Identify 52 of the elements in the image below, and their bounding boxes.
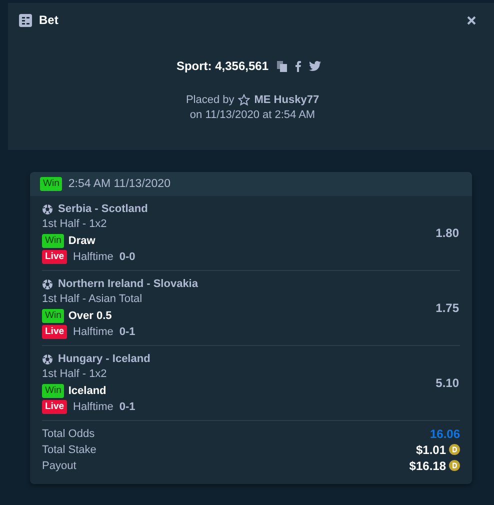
soccer-ball-icon	[42, 204, 53, 214]
odds-value: 1.80	[436, 226, 459, 240]
amount-value: $16.18	[409, 458, 446, 472]
ticket-icon	[19, 14, 32, 26]
total-label: Payout	[42, 460, 76, 472]
coin-icon	[449, 460, 460, 471]
odds-value: 5.10	[436, 376, 459, 390]
match-name: Northern Ireland - Slovakia	[58, 278, 198, 290]
placed-by-label: Placed by	[186, 94, 234, 106]
bet-id: Sport: 4,356,561	[176, 59, 269, 73]
win-badge: Win	[42, 309, 64, 323]
win-badge: Win	[42, 384, 64, 398]
match-score: 0-1	[119, 326, 136, 338]
facebook-button[interactable]	[294, 60, 301, 72]
placed-date: on 11/13/2020 at 2:54 AM	[188, 109, 316, 121]
odds-value: 1.75	[436, 301, 459, 315]
bird-icon	[308, 61, 321, 71]
bet-time: 2:54 AM 11/13/2020	[68, 178, 170, 190]
close-icon	[467, 16, 476, 24]
live-badge: Live	[42, 400, 68, 414]
market-name: 1st Half - 1x2	[42, 368, 108, 382]
soccer-ball-icon	[42, 278, 53, 290]
win-badge: Win	[40, 177, 62, 191]
win-badge: Win	[42, 234, 64, 248]
match-score: 0-0	[119, 251, 136, 263]
live-badge: Live	[42, 325, 68, 339]
twitter-button[interactable]	[308, 61, 321, 71]
match-period: Halftime	[73, 401, 114, 413]
market-name: 1st Half - Asian Total	[42, 293, 144, 307]
live-badge: Live	[42, 250, 68, 264]
total-odds-value: 16.06	[430, 426, 460, 440]
match-score: 0-1	[119, 401, 136, 413]
copy-icon	[276, 60, 287, 72]
star-icon	[238, 94, 250, 106]
username-link[interactable]: ME Husky77	[254, 94, 320, 106]
selection-name: Draw	[68, 235, 96, 247]
match-name: Hungary - Iceland	[58, 353, 150, 365]
modal-title: Bet	[39, 13, 58, 27]
facebook-icon	[294, 60, 301, 72]
selection-name: Iceland	[68, 385, 106, 397]
market-name: 1st Half - 1x2	[42, 218, 108, 232]
total-label: Total Stake	[42, 444, 96, 456]
close-button[interactable]	[465, 14, 478, 26]
match-period: Halftime	[73, 326, 114, 338]
match-period: Halftime	[73, 251, 114, 263]
copy-button[interactable]	[276, 60, 287, 72]
match-name: Serbia - Scotland	[58, 203, 148, 215]
coin-icon	[449, 444, 460, 455]
total-label: Total Odds	[42, 428, 95, 440]
selection-name: Over 0.5	[68, 310, 112, 322]
amount-value: $1.01	[416, 442, 446, 456]
soccer-ball-icon	[42, 354, 53, 364]
